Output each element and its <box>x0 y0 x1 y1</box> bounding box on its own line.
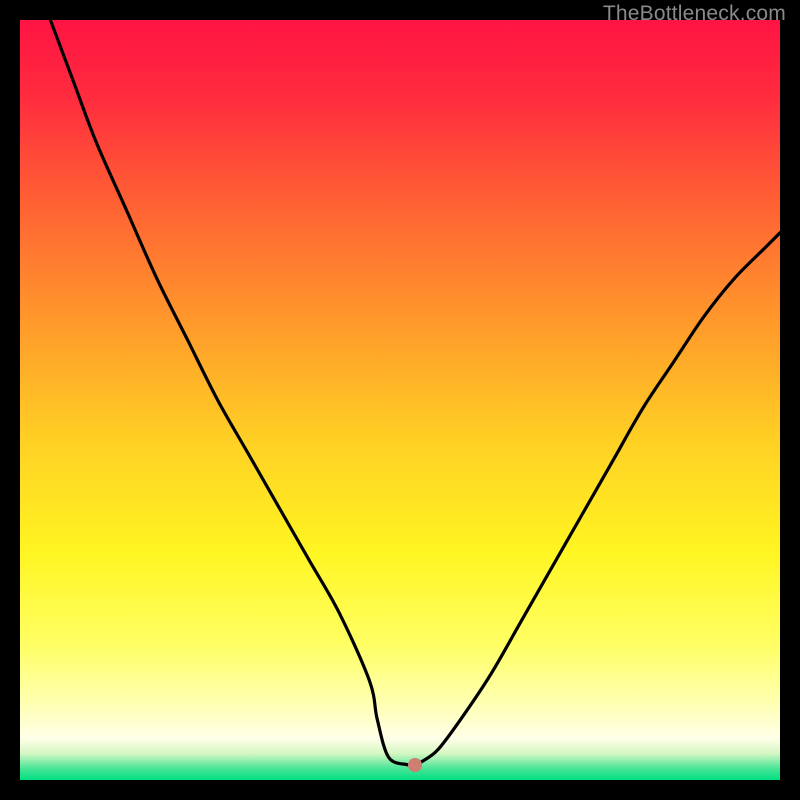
chart-container: TheBottleneck.com <box>0 0 800 800</box>
watermark-text: TheBottleneck.com <box>603 2 786 26</box>
gradient-background <box>20 20 780 780</box>
optimal-marker-dot <box>408 758 422 772</box>
chart-svg <box>20 20 780 780</box>
plot-area <box>20 20 780 780</box>
